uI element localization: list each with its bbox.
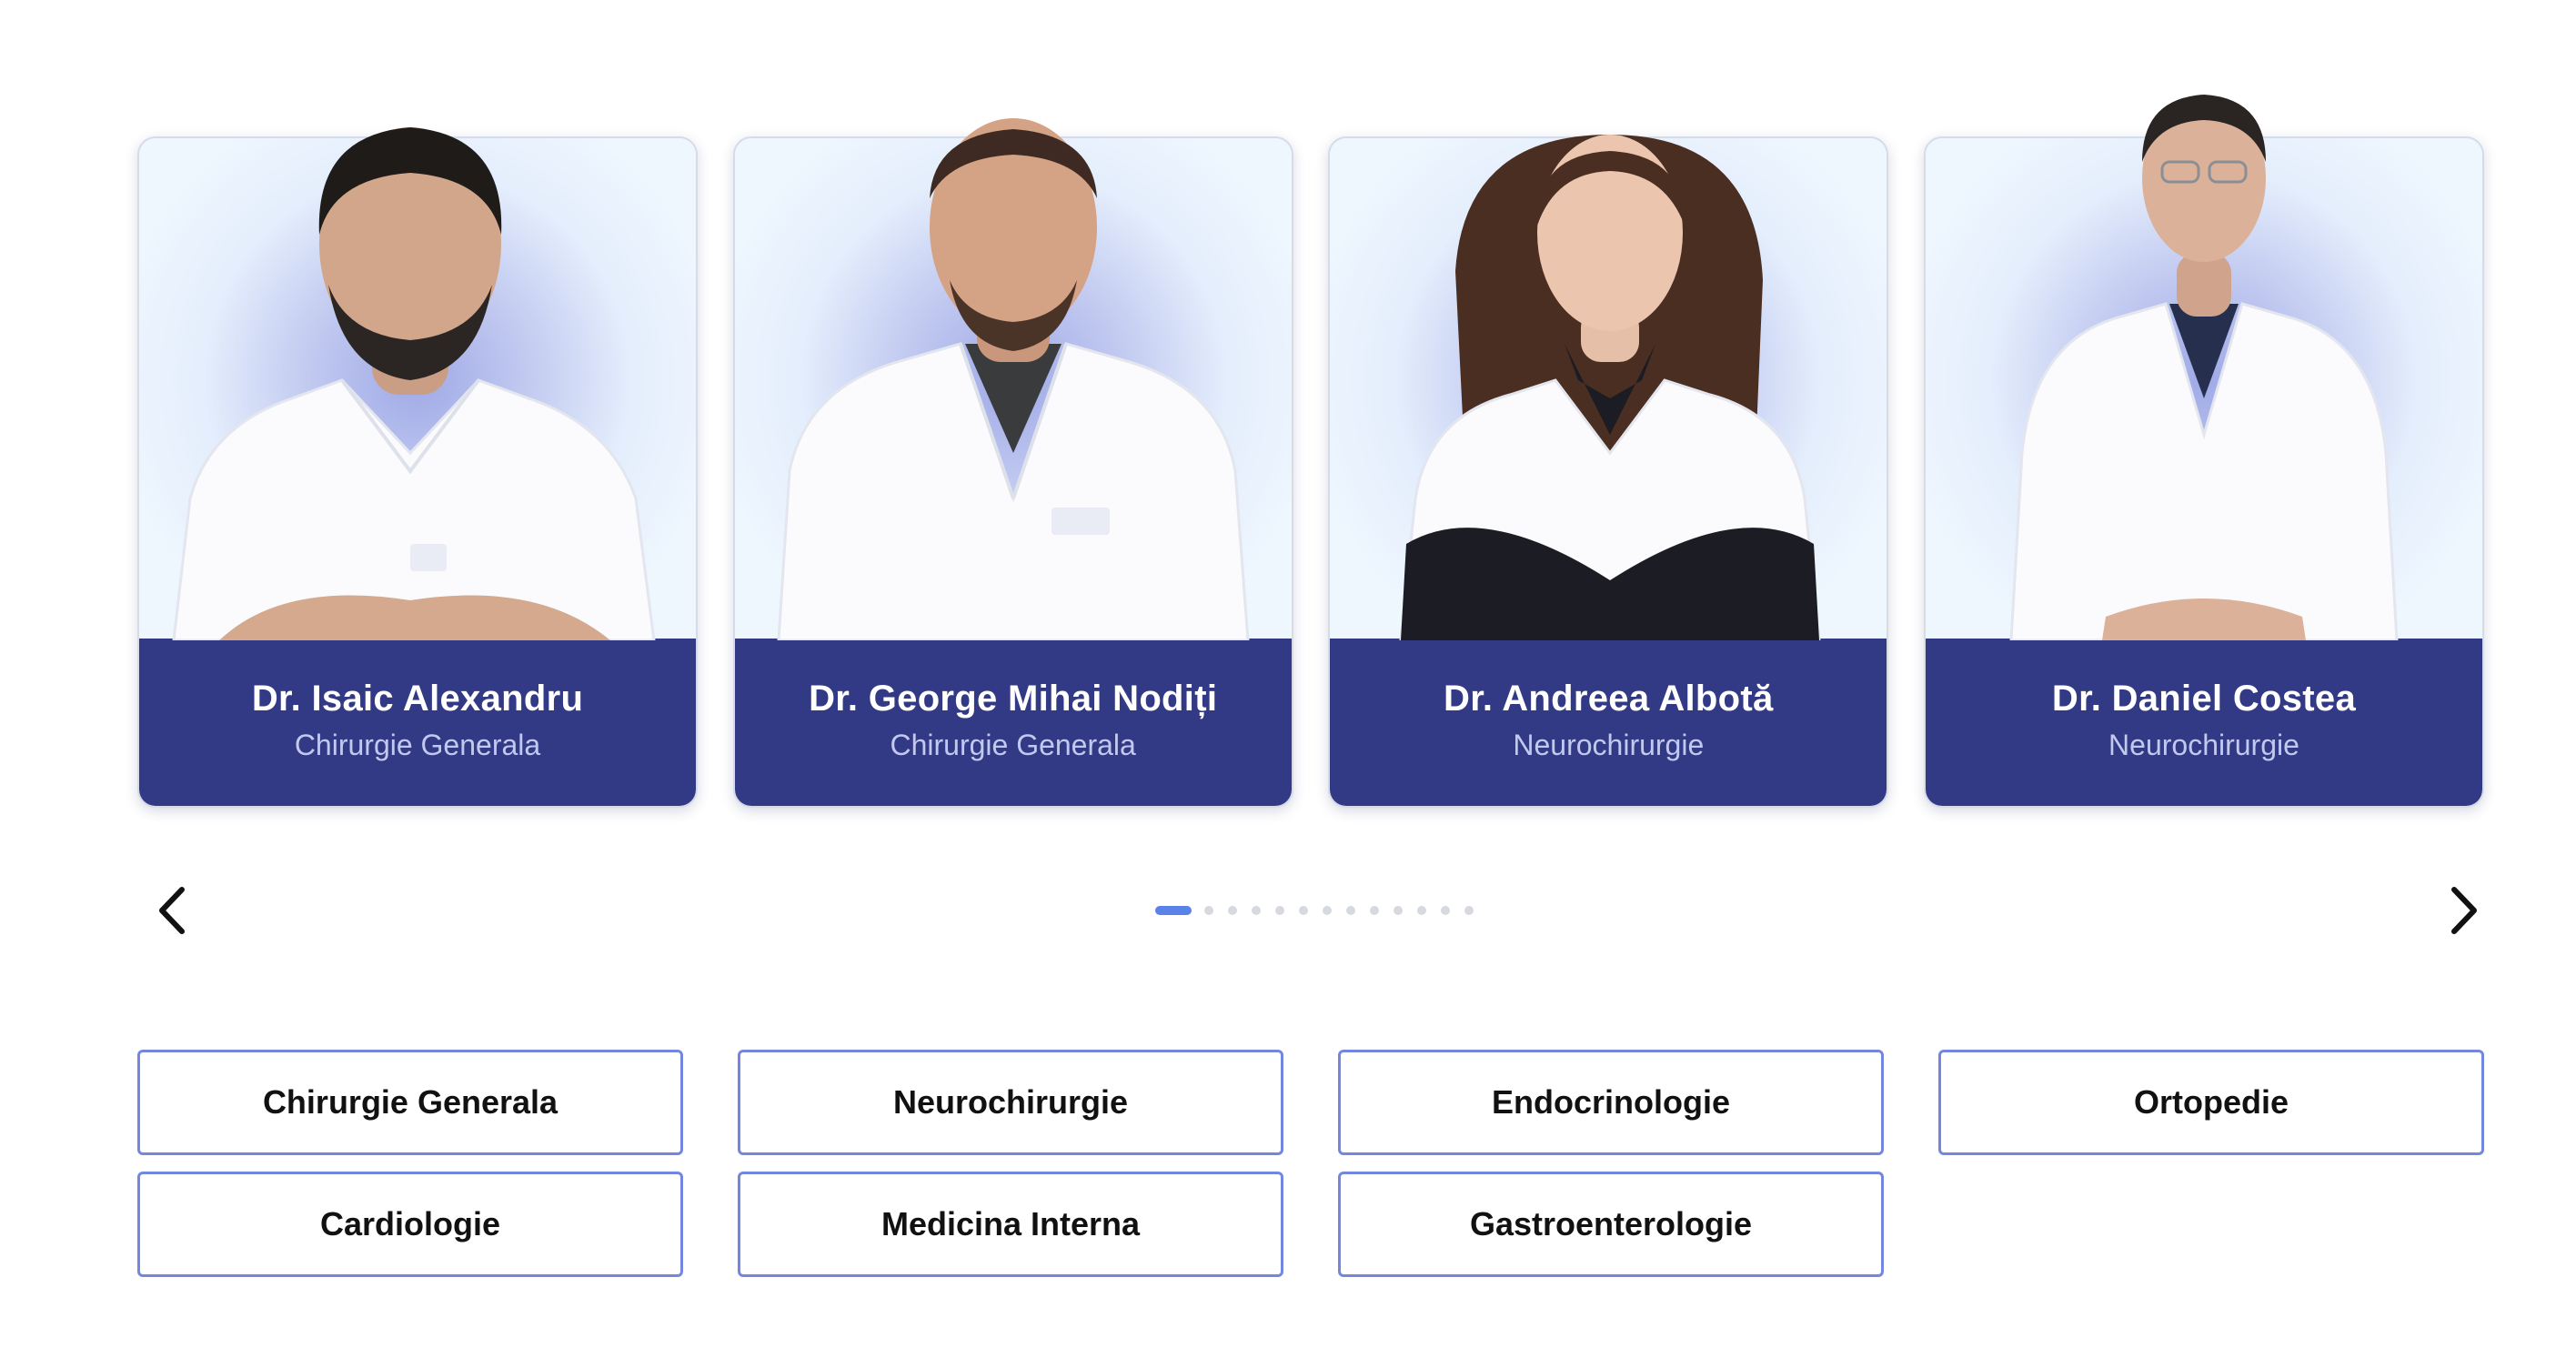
doctor-card-footer: Dr. Isaic Alexandru Chirurgie Generala bbox=[139, 639, 696, 806]
pagination-dot[interactable] bbox=[1252, 906, 1261, 915]
doctor-photo bbox=[1399, 135, 1821, 640]
doctor-card-footer: Dr. Daniel Costea Neurochirurgie bbox=[1925, 639, 2482, 806]
doctor-carousel: Dr. Isaic Alexandru Chirurgie Generala D… bbox=[137, 71, 2484, 808]
doctor-specialty: Neurochirurgie bbox=[2108, 729, 2299, 761]
doctor-photo bbox=[2009, 95, 2399, 640]
pagination-dot[interactable] bbox=[1346, 906, 1355, 915]
specialty-button-chirurgie-generala[interactable]: Chirurgie Generala bbox=[137, 1050, 683, 1155]
specialty-button-gastroenterologie[interactable]: Gastroenterologie bbox=[1338, 1172, 1884, 1277]
doctor-specialty: Chirurgie Generala bbox=[890, 729, 1136, 761]
carousel-pagination bbox=[1155, 904, 1488, 917]
pagination-dot[interactable] bbox=[1299, 906, 1308, 915]
pagination-dot[interactable] bbox=[1204, 906, 1213, 915]
doctor-specialty: Neurochirurgie bbox=[1513, 729, 1705, 761]
pagination-dot[interactable] bbox=[1228, 906, 1237, 915]
doctor-card-footer: Dr. George Mihai Nodiți Chirurgie Genera… bbox=[734, 639, 1292, 806]
doctor-specialty: Chirurgie Generala bbox=[294, 729, 541, 761]
pagination-dot[interactable] bbox=[1441, 906, 1450, 915]
specialty-button-endocrinologie[interactable]: Endocrinologie bbox=[1338, 1050, 1884, 1155]
pagination-dot-active[interactable] bbox=[1155, 906, 1192, 915]
chevron-left-icon[interactable] bbox=[142, 879, 206, 942]
doctor-name: Dr. Daniel Costea bbox=[2051, 679, 2357, 719]
specialty-button-ortopedie[interactable]: Ortopedie bbox=[1938, 1050, 2484, 1155]
specialty-button-cardiologie[interactable]: Cardiologie bbox=[137, 1172, 683, 1277]
doctor-photo bbox=[777, 118, 1250, 640]
pagination-dot[interactable] bbox=[1370, 906, 1379, 915]
doctor-card[interactable]: Dr. Isaic Alexandru Chirurgie Generala bbox=[137, 71, 698, 808]
specialty-button-neurochirurgie[interactable]: Neurochirurgie bbox=[738, 1050, 1283, 1155]
doctor-card[interactable]: Dr. Daniel Costea Neurochirurgie bbox=[1923, 71, 2484, 808]
pagination-dot[interactable] bbox=[1464, 906, 1474, 915]
doctor-card-footer: Dr. Andreea Albotă Neurochirurgie bbox=[1330, 639, 1887, 806]
pagination-dot[interactable] bbox=[1394, 906, 1403, 915]
doctor-card[interactable]: Dr. George Mihai Nodiți Chirurgie Genera… bbox=[732, 71, 1293, 808]
doctor-photo bbox=[172, 127, 656, 640]
chevron-right-icon[interactable] bbox=[2430, 879, 2494, 942]
pagination-dot[interactable] bbox=[1275, 906, 1284, 915]
pagination-dot[interactable] bbox=[1323, 906, 1332, 915]
specialty-button-medicina-interna[interactable]: Medicina Interna bbox=[738, 1172, 1283, 1277]
doctor-card[interactable]: Dr. Andreea Albotă Neurochirurgie bbox=[1328, 71, 1889, 808]
specialty-filter-grid: Chirurgie Generala Neurochirurgie Endocr… bbox=[137, 1050, 2484, 1277]
doctor-name: Dr. Andreea Albotă bbox=[1444, 679, 1774, 719]
pagination-dot[interactable] bbox=[1417, 906, 1426, 915]
doctor-name: Dr. Isaic Alexandru bbox=[251, 679, 584, 719]
doctor-name: Dr. George Mihai Nodiți bbox=[809, 679, 1218, 719]
